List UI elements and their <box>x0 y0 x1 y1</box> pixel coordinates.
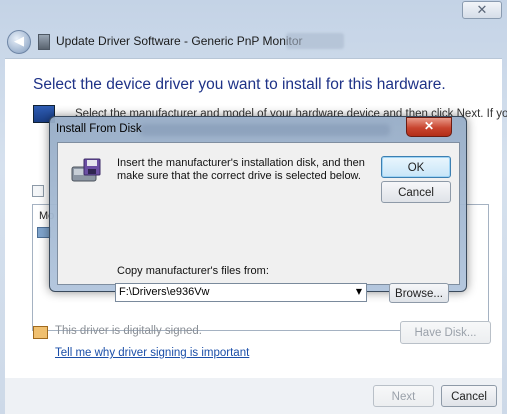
update-driver-window: ✕ ◀ Update Driver Software - Generic PnP… <box>0 0 507 414</box>
install-disk-icon <box>71 158 101 182</box>
source-path-value: F:\Drivers\e936Vw <box>119 286 210 298</box>
copy-from-label: Copy manufacturer's files from: <box>117 265 269 277</box>
show-compatible-checkbox[interactable] <box>32 185 44 197</box>
signed-status-text: This driver is digitally signed. <box>55 325 203 337</box>
chevron-down-icon[interactable]: ▼ <box>356 287 362 296</box>
install-from-disk-dialog: Install From Disk ✕ Insert the manufactu… <box>49 116 467 292</box>
dialog-title-glass <box>140 124 390 136</box>
wizard-footer: Next Cancel <box>5 378 502 414</box>
dialog-close-button[interactable]: ✕ <box>406 117 452 137</box>
dialog-body: Insert the manufacturer's installation d… <box>57 142 460 285</box>
source-path-combobox[interactable]: F:\Drivers\e936Vw ▼ <box>115 283 367 302</box>
have-disk-button[interactable]: Have Disk... <box>400 321 491 344</box>
dialog-cancel-button[interactable]: Cancel <box>381 181 451 203</box>
next-button[interactable]: Next <box>373 385 434 407</box>
window-title: Update Driver Software - Generic PnP Mon… <box>56 34 303 48</box>
certificate-icon <box>33 326 48 339</box>
device-icon <box>38 34 50 50</box>
page-heading: Select the device driver you want to ins… <box>33 76 446 93</box>
window-close-button[interactable]: ✕ <box>462 1 502 19</box>
dialog-message: Insert the manufacturer's installation d… <box>117 157 365 182</box>
ok-button[interactable]: OK <box>381 156 451 178</box>
back-arrow-icon[interactable]: ◀ <box>7 30 31 54</box>
dialog-title: Install From Disk <box>56 123 142 135</box>
cancel-button[interactable]: Cancel <box>441 385 497 407</box>
title-bar-glass <box>286 33 344 49</box>
driver-signing-link[interactable]: Tell me why driver signing is important <box>55 347 249 359</box>
browse-button[interactable]: Browse... <box>389 283 449 303</box>
